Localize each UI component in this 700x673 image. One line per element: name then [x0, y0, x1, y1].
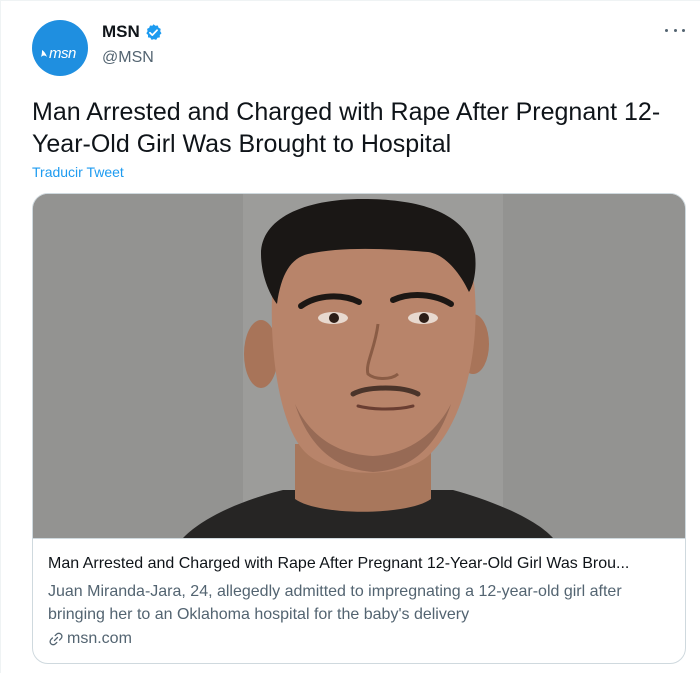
more-options-icon[interactable] [665, 23, 685, 37]
card-title[interactable]: Man Arrested and Charged with Rape After… [48, 554, 678, 574]
card-description[interactable]: Juan Miranda-Jara, 24, allegedly admitte… [48, 580, 678, 626]
link-icon [49, 632, 63, 646]
verified-badge-icon [146, 23, 162, 40]
avatar[interactable]: msn [32, 20, 88, 76]
card-image[interactable] [33, 194, 685, 538]
card-domain[interactable]: msn.com [48, 630, 132, 648]
author-name-row[interactable]: MSN [102, 22, 163, 42]
card-domain-text[interactable]: msn.com [67, 630, 132, 648]
card-divider [33, 538, 685, 539]
tweet: msn MSN @MSN Man Arrested and Charged wi… [0, 0, 700, 673]
translate-tweet-link[interactable]: Traducir Tweet [32, 164, 124, 180]
msn-logo-icon: msn [41, 45, 76, 62]
avatar-text: msn [49, 45, 76, 62]
tweet-text: Man Arrested and Charged with Rape After… [32, 98, 661, 158]
display-name[interactable]: MSN [102, 22, 140, 42]
link-card[interactable]: Man Arrested and Charged with Rape After… [32, 193, 686, 664]
handle[interactable]: @MSN [102, 49, 154, 67]
